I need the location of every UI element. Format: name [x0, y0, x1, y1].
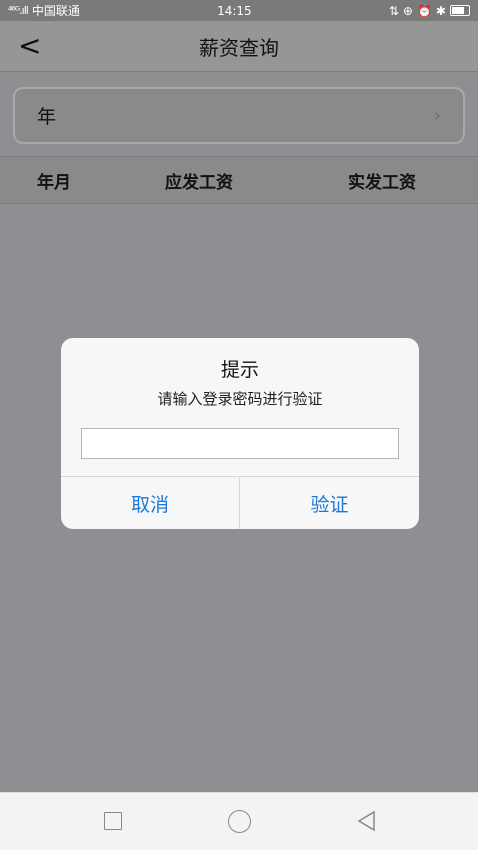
chevron-right-icon: ›	[433, 105, 441, 126]
cancel-button[interactable]: 取消	[61, 477, 239, 529]
page-title: 薪资查询	[199, 35, 279, 60]
status-time: 14:15	[217, 3, 252, 18]
password-input[interactable]	[81, 428, 399, 459]
navigation-bar: < 薪资查询	[0, 21, 478, 71]
header-gross-pay: 应发工资	[165, 172, 233, 193]
data-icon: ⇅	[388, 3, 399, 18]
carrier-name: 中国联通	[31, 4, 80, 18]
alarm-icon: ⏰	[416, 3, 432, 18]
year-label: 年	[37, 106, 57, 128]
verify-button[interactable]: 验证	[240, 477, 419, 529]
year-selector[interactable]: 年 ›	[13, 87, 465, 144]
header-net-pay: 实发工资	[348, 172, 416, 193]
salary-table-header: 年月 应发工资 实发工资	[0, 156, 478, 204]
back-triangle-icon[interactable]	[356, 810, 378, 832]
home-icon[interactable]	[228, 810, 251, 833]
dialog-message: 请输入登录密码进行验证	[157, 390, 323, 408]
recent-apps-icon[interactable]	[104, 812, 122, 830]
system-navigation-bar	[0, 792, 478, 850]
back-chevron-icon[interactable]: <	[18, 32, 41, 60]
header-year-month: 年月	[37, 172, 71, 193]
status-bar: ⁴⁶ᴳ.ıll 中国联通 14:15 ⇅ ⊕ ⏰ ✱	[0, 0, 478, 21]
dialog-title: 提示	[220, 359, 259, 381]
nav-divider	[0, 71, 478, 72]
bluetooth-icon: ✱	[435, 3, 446, 18]
battery-icon	[449, 5, 470, 16]
location-icon: ⊕	[402, 3, 413, 18]
signal-icon: ⁴⁶ᴳ.ıll	[8, 4, 29, 17]
password-verification-dialog: 提示 请输入登录密码进行验证 取消 验证	[61, 338, 419, 529]
